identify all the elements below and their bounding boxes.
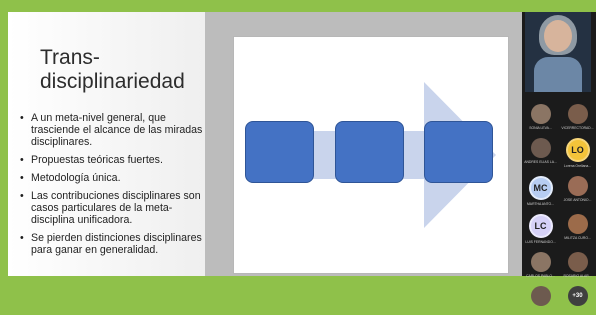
slide-bullet-4: Las contribuciones disciplinares son cas…	[20, 190, 204, 226]
participant-name: JOSE ANTONIO...	[563, 198, 592, 202]
more-participants-count: +30	[567, 286, 588, 306]
participant-name: Lorena Orellana...	[563, 164, 592, 168]
slide-bullet-1: A un meta-nivel general, que trasciende …	[20, 112, 204, 148]
process-step-2	[335, 121, 404, 183]
participant-row: MC MARTHA ANTO... JOSE ANTONIO...	[522, 176, 596, 207]
slide-bullet-3: Metodología única.	[20, 172, 204, 184]
participants-sidebar: SONIA LEVA... VICERRECTORAD... ANDRES EL…	[522, 12, 596, 306]
process-step-1	[245, 121, 314, 183]
participant-row: +30	[522, 286, 596, 308]
participant-name: CARLOS PABLO...	[526, 274, 555, 278]
avatar	[567, 214, 588, 234]
speaker-body	[534, 57, 582, 92]
participant-name: MILITZA CURO...	[564, 236, 591, 240]
avatar	[567, 176, 588, 196]
participant-name: VICERRECTORAD...	[561, 126, 594, 130]
participant-name: SONIA LEVA...	[529, 126, 552, 130]
slide-text-panel: Trans- disciplinariedad A un meta-nivel …	[8, 12, 205, 276]
participant-tile[interactable]	[524, 286, 558, 308]
participant-tile[interactable]: LO Lorena Orellana...	[561, 138, 595, 169]
avatar: LC	[528, 214, 553, 238]
participant-tile[interactable]: ROSARIO ALAR...	[561, 252, 595, 279]
avatar	[530, 286, 551, 306]
avatar: MC	[528, 176, 553, 200]
shared-slide: Trans- disciplinariedad A un meta-nivel …	[8, 12, 522, 276]
slide-bullet-2: Propuestas teóricas fuertes.	[20, 154, 204, 166]
speaker-face	[544, 20, 572, 52]
participant-name: ROSARIO ALAR...	[563, 274, 592, 278]
participant-row: CARLOS PABLO... ROSARIO ALAR...	[522, 252, 596, 279]
avatar	[530, 252, 551, 272]
avatar	[567, 104, 588, 124]
participant-tile[interactable]: MC MARTHA ANTO...	[524, 176, 558, 207]
avatar	[530, 104, 551, 124]
participant-grid: SONIA LEVA... VICERRECTORAD... ANDRES EL…	[522, 104, 596, 315]
avatar	[567, 252, 588, 272]
participant-name: LUIS FERNANDO...	[525, 240, 556, 244]
slide-bullet-5: Se pierden distinciones disciplinares pa…	[20, 232, 204, 256]
participant-tile[interactable]: CARLOS PABLO...	[524, 252, 558, 279]
process-step-3	[424, 121, 493, 183]
participant-tile[interactable]: VICERRECTORAD...	[561, 104, 595, 131]
participant-name: MARTHA ANTO...	[526, 202, 554, 206]
more-participants-button[interactable]: +30	[561, 286, 595, 308]
participant-name: ANDRES ELIAS LA...	[524, 160, 557, 164]
slide-graphic-panel	[205, 12, 522, 276]
slide-bullet-list: A un meta-nivel general, que trasciende …	[20, 112, 204, 262]
participant-tile[interactable]: JOSE ANTONIO...	[561, 176, 595, 207]
slide-title: Trans- disciplinariedad	[40, 46, 185, 93]
participant-tile[interactable]: LC LUIS FERNANDO...	[524, 214, 558, 245]
avatar	[530, 138, 551, 158]
active-speaker-video[interactable]	[525, 12, 591, 92]
participant-tile[interactable]: MILITZA CURO...	[561, 214, 595, 245]
participant-tile[interactable]: ANDRES ELIAS LA...	[524, 138, 558, 169]
participant-row: SONIA LEVA... VICERRECTORAD...	[522, 104, 596, 131]
process-diagram	[233, 36, 509, 274]
avatar: LO	[565, 138, 590, 162]
participant-row: ANDRES ELIAS LA... LO Lorena Orellana...	[522, 138, 596, 169]
participant-row: LC LUIS FERNANDO... MILITZA CURO...	[522, 214, 596, 245]
participant-tile[interactable]: SONIA LEVA...	[524, 104, 558, 131]
